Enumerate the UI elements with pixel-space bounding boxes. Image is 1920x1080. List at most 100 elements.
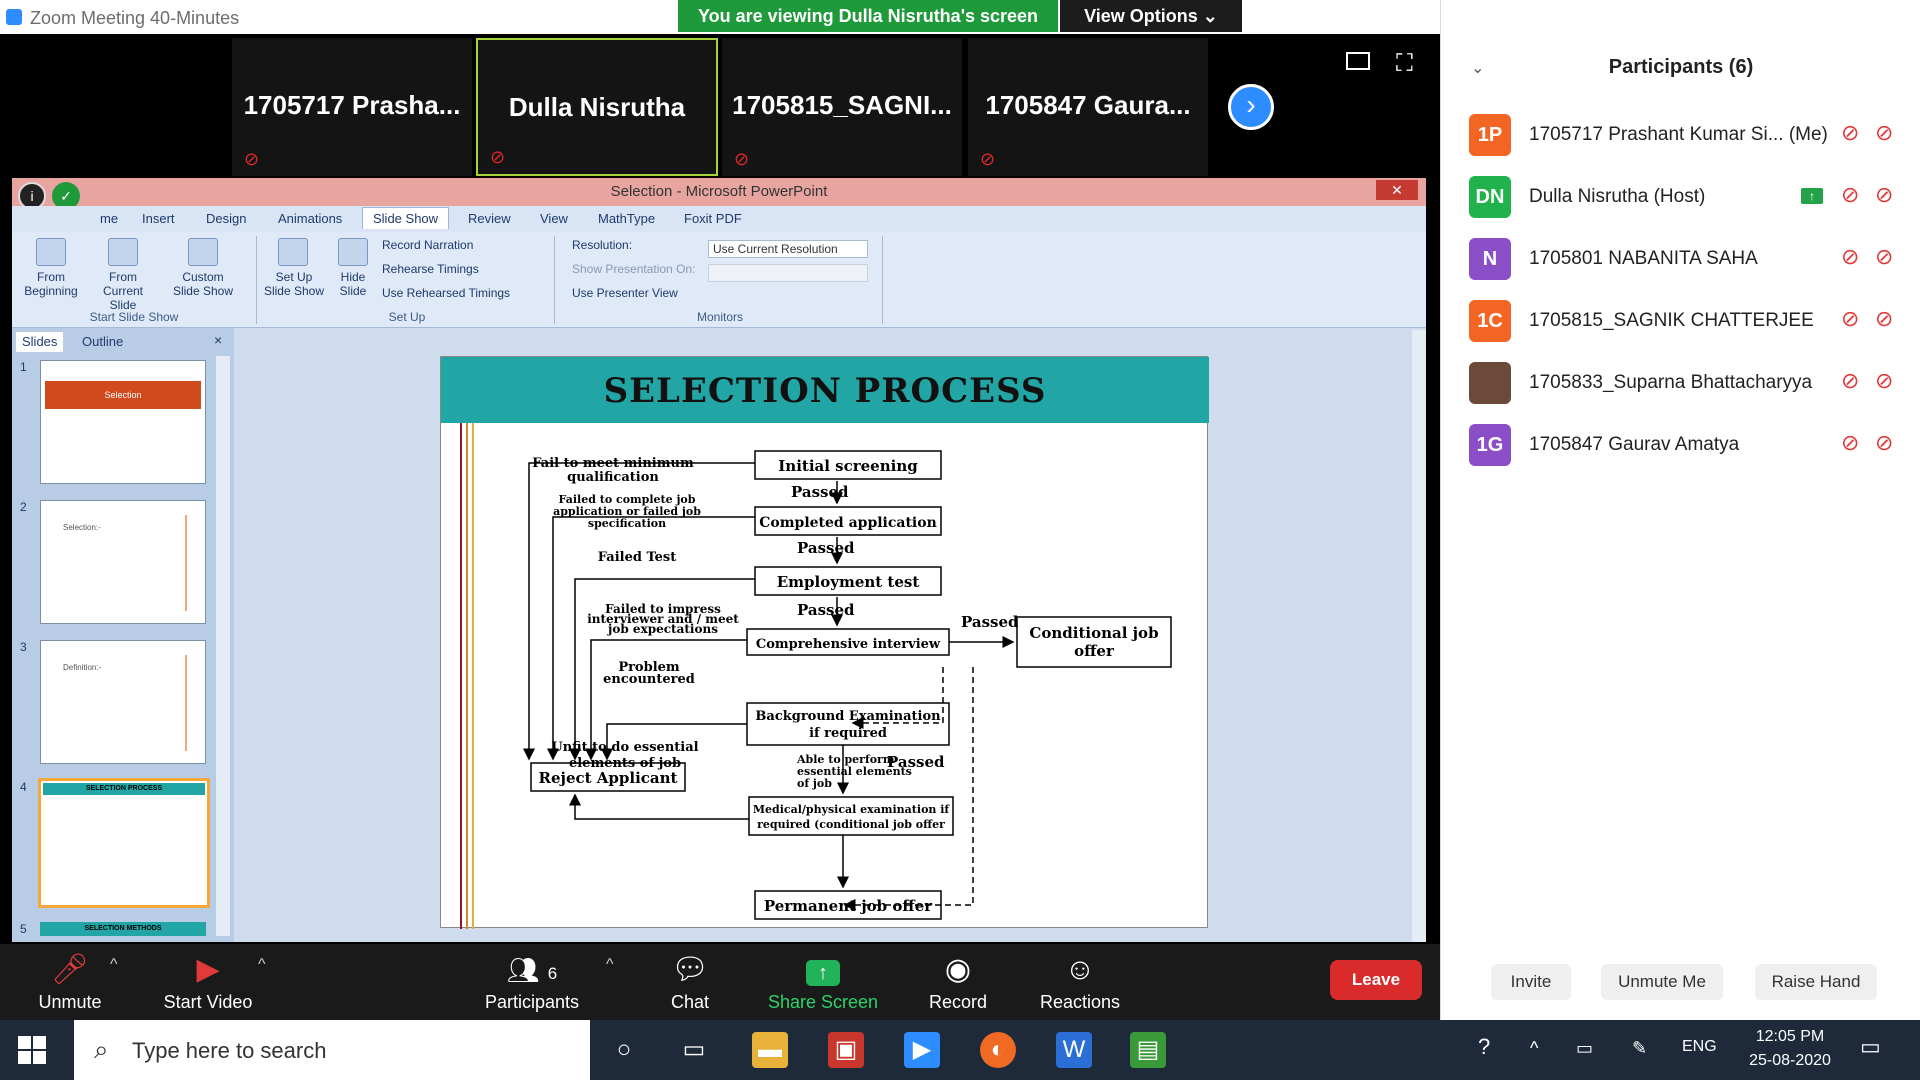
next-page-arrow-icon[interactable]: › (1228, 84, 1274, 130)
tab-foxit-pdf[interactable]: Foxit PDF (684, 211, 742, 226)
tile-name: 1705717 Prasha... (243, 90, 461, 120)
participants-options-chevron-icon[interactable]: ^ (606, 956, 614, 974)
invite-button[interactable]: Invite (1491, 964, 1571, 1000)
show-on-select[interactable] (708, 264, 868, 282)
tab-insert[interactable]: Insert (142, 211, 175, 226)
hide-slide-button[interactable]: Hide Slide (330, 270, 376, 298)
cortana-icon[interactable]: ○ (606, 1032, 642, 1068)
video-options-chevron-icon[interactable]: ^ (258, 956, 266, 974)
language-indicator[interactable]: ENG (1682, 1038, 1717, 1056)
from-current-slide-button[interactable]: From Current Slide (90, 270, 156, 312)
use-presenter-view-checkbox[interactable]: Use Presenter View (572, 286, 678, 300)
tab-review[interactable]: Review (468, 211, 511, 226)
slide-thumbnail[interactable]: Selection (40, 360, 206, 484)
help-icon[interactable]: ? (1478, 1034, 1490, 1060)
taskbar-search-input[interactable]: ⌕ Type here to search (74, 1020, 590, 1080)
file-explorer-icon[interactable]: ▬ (752, 1032, 788, 1068)
unmute-me-button[interactable]: Unmute Me (1601, 964, 1723, 1000)
pane-tab-slides[interactable]: Slides (16, 332, 64, 352)
participant-name: 1705717 Prashant Kumar Si... (Me) (1529, 124, 1828, 145)
participant-name: 1705847 Gaurav Amatya (1529, 434, 1740, 455)
reactions-button[interactable]: ☺ Reactions (1030, 944, 1130, 1020)
fullscreen-icon[interactable]: ⛶ (1396, 50, 1413, 78)
tab-design[interactable]: Design (206, 211, 246, 226)
tray-chevron-icon[interactable]: ^ (1530, 1038, 1538, 1059)
show-presentation-on-label: Show Presentation On: (572, 262, 696, 276)
search-placeholder: Type here to search (132, 1038, 327, 1063)
task-view-icon[interactable]: ▭ (676, 1032, 712, 1068)
participant-row[interactable]: 1G 1705847 Gaurav Amatya ⊘ ⊘ (1441, 414, 1920, 476)
raise-hand-button[interactable]: Raise Hand (1755, 964, 1877, 1000)
store-icon[interactable]: ▣ (828, 1032, 864, 1068)
video-off-icon: ⊘ (1875, 120, 1894, 145)
clock[interactable]: 12:05 PM 25-08-2020 (1740, 1028, 1840, 1070)
windows-start-icon[interactable] (18, 1036, 46, 1064)
start-video-button[interactable]: ▶︎ Start Video (150, 944, 266, 1020)
pane-tab-outline[interactable]: Outline (76, 332, 129, 352)
video-tile[interactable]: 1705717 Prasha... ⊘ (232, 38, 472, 176)
record-button[interactable]: ◉ Record (910, 944, 1006, 1020)
resolution-select[interactable]: Use Current Resolution (708, 240, 868, 258)
muted-mic-icon: ⊘ (1841, 430, 1860, 455)
video-off-icon: ⊘ (1875, 306, 1894, 331)
leave-button[interactable]: Leave (1330, 960, 1422, 1000)
pane-close-icon[interactable]: × (214, 332, 222, 348)
layout-icon[interactable] (1346, 52, 1370, 70)
label-passed: Passed (797, 601, 855, 619)
rehearse-timings-button[interactable]: Rehearse Timings (382, 262, 479, 276)
audio-options-chevron-icon[interactable]: ^ (110, 956, 118, 974)
chat-button[interactable]: 💬︎ Chat (650, 944, 730, 1020)
zoom-app-icon[interactable]: ▶ (904, 1032, 940, 1068)
share-screen-button[interactable]: ↑ Share Screen (760, 944, 886, 1020)
battery-icon[interactable]: ▭ (1576, 1038, 1593, 1059)
slide-thumbnail[interactable]: Selection:- (40, 500, 206, 624)
tab-mathtype[interactable]: MathType (598, 211, 655, 226)
use-rehearsed-timings-checkbox[interactable]: Use Rehearsed Timings (382, 286, 510, 300)
sharing-screen-icon: ↑ (1801, 188, 1823, 204)
thumbnails-scrollbar[interactable] (216, 356, 230, 936)
share-screen-label: Share Screen (767, 992, 879, 1012)
firefox-icon[interactable]: ◐ (980, 1032, 1016, 1068)
participants-button[interactable]: 👥︎ 6 Participants (474, 944, 590, 1020)
video-off-icon: ⊘ (1875, 368, 1894, 393)
video-off-icon: ⊘ (1875, 244, 1894, 269)
label-qualification: qualification (567, 470, 659, 485)
ppt-close-button[interactable]: ✕ (1376, 180, 1418, 200)
pen-icon[interactable]: ✎ (1632, 1038, 1647, 1059)
tab-home[interactable]: me (100, 211, 118, 226)
participant-row[interactable]: 1C 1705815_SAGNIK CHATTERJEE ⊘ ⊘ (1441, 290, 1920, 352)
video-tile-active-speaker[interactable]: Dulla Nisrutha ⊘ (476, 38, 718, 176)
slide-thumbnail-selected[interactable]: SELECTION PROCESS (38, 778, 210, 908)
meeting-toolbar: 🎤︎ Unmute ^ ▶︎ Start Video ^ 👥︎ 6 Partici… (0, 944, 1440, 1020)
box-reject-applicant: Reject Applicant (539, 769, 678, 787)
record-narration-button[interactable]: Record Narration (382, 238, 473, 252)
set-up-slide-show-button[interactable]: Set Up Slide Show (262, 270, 326, 298)
unmute-button[interactable]: 🎤︎ Unmute (20, 944, 120, 1020)
custom-slide-show-button[interactable]: Custom Slide Show (168, 270, 238, 298)
video-tile[interactable]: 1705847 Gaura... ⊘ (968, 38, 1208, 176)
app-icon[interactable]: ▤ (1130, 1032, 1166, 1068)
box-comprehensive-interview: Comprehensive interview (756, 637, 941, 652)
flowchart: Initial screening Completed application … (460, 423, 1172, 929)
notifications-icon[interactable]: ▭ (1860, 1034, 1881, 1060)
slide-scrollbar[interactable] (1412, 330, 1426, 942)
participant-row[interactable]: DN Dulla Nisrutha (Host) ↑ ⊘ ⊘ (1441, 166, 1920, 228)
slide-thumbnail[interactable]: Definition:- (40, 640, 206, 764)
tab-slide-show[interactable]: Slide Show (362, 207, 450, 229)
muted-mic-icon: ⊘ (980, 149, 996, 169)
slide-thumbnail[interactable]: SELECTION METHODS (40, 922, 206, 936)
participant-row[interactable]: 1P 1705717 Prashant Kumar Si... (Me) ⊘ ⊘ (1441, 104, 1920, 166)
view-options-button[interactable]: View Options ⌄ (1060, 0, 1242, 32)
from-beginning-icon (36, 238, 66, 266)
video-off-icon: ⊘ (1875, 182, 1894, 207)
thumb-number: 5 (20, 922, 27, 936)
word-icon[interactable]: W (1056, 1032, 1092, 1068)
participant-row[interactable]: N 1705801 NABANITA SAHA ⊘ ⊘ (1441, 228, 1920, 290)
tab-view[interactable]: View (540, 211, 568, 226)
search-icon: ⌕ (94, 1034, 109, 1064)
tab-animations[interactable]: Animations (278, 211, 342, 226)
video-tile[interactable]: 1705815_SAGNI... ⊘ (722, 38, 962, 176)
thumb-title: Selection:- (63, 523, 101, 532)
participant-row[interactable]: 1705833_Suparna Bhattacharyya ⊘ ⊘ (1441, 352, 1920, 414)
from-beginning-button[interactable]: From Beginning (18, 270, 84, 298)
